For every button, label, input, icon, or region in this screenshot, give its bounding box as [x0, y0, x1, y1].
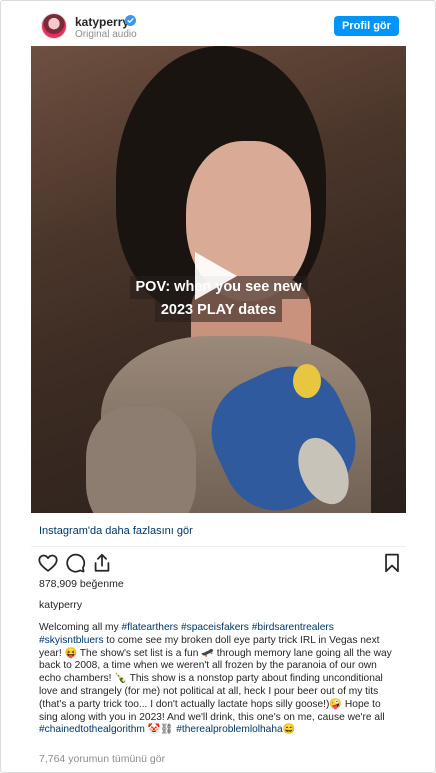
hashtag-link[interactable]: #spaceisfakers — [181, 622, 249, 633]
verified-badge-icon — [125, 15, 136, 26]
overlay-line: 2023 PLAY dates — [154, 299, 283, 322]
hashtag-link[interactable]: #chainedtothealgorithm — [39, 724, 145, 735]
more-on-instagram-link[interactable]: Instagram'da daha fazlasını gör — [39, 525, 193, 537]
username[interactable]: katyperry — [75, 15, 129, 29]
video-player[interactable]: POV: when you see new 2023 PLAY dates — [31, 46, 406, 513]
view-all-comments-link[interactable]: 7,764 yorumun tümünü gör — [39, 753, 165, 765]
audio-label[interactable]: Original audio — [75, 29, 137, 40]
view-profile-button[interactable]: Profil gör — [334, 16, 399, 36]
likes-count[interactable]: 878,909 beğenme — [39, 578, 124, 590]
post-caption: Welcoming all my #flatearthers #spaceisf… — [39, 622, 392, 736]
hashtag-link[interactable]: #birdsarentrealers — [252, 622, 334, 633]
heart-icon[interactable] — [37, 552, 59, 574]
post-header: katyperry Original audio Profil gör — [1, 1, 435, 49]
play-icon[interactable] — [195, 252, 237, 300]
bookmark-icon[interactable] — [381, 552, 403, 574]
share-icon[interactable] — [91, 552, 113, 574]
hashtag-link[interactable]: #flatearthers — [121, 622, 178, 633]
divider — [31, 546, 406, 547]
avatar[interactable] — [41, 13, 67, 39]
hashtag-link[interactable]: #skyisntbluers — [39, 635, 104, 646]
post-card: katyperry Original audio Profil gör POV:… — [0, 0, 436, 773]
action-bar — [37, 552, 401, 574]
hashtag-link[interactable]: #therealproblemlolhaha — [176, 724, 282, 735]
comment-icon[interactable] — [64, 552, 86, 574]
post-author[interactable]: katyperry — [39, 599, 82, 611]
